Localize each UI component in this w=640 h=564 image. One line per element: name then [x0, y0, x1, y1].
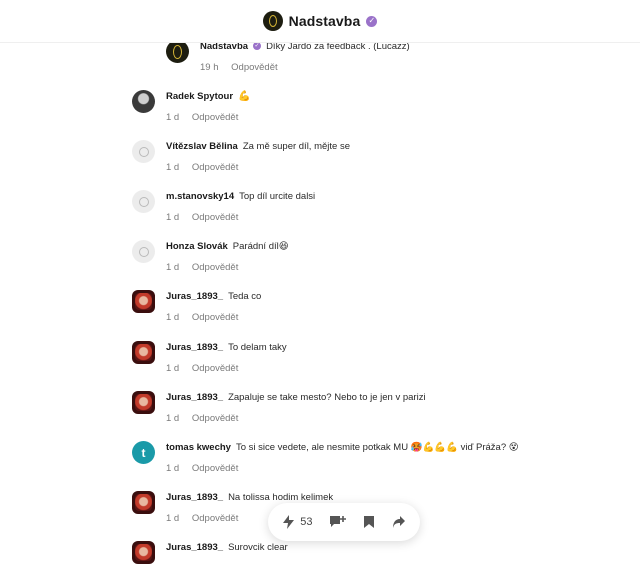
avatar[interactable]	[132, 140, 155, 163]
comment-text: Surovcik clear	[228, 542, 288, 553]
reply-button[interactable]: Odpovědět	[192, 363, 238, 374]
comment-text: Parádní díl😆	[232, 241, 289, 252]
comment-text: Za mě super díl, mějte se	[242, 141, 350, 152]
add-comment-button[interactable]	[329, 515, 347, 529]
reply-button[interactable]: Odpovědět	[192, 413, 238, 424]
comment-author[interactable]: m.stanovsky14	[166, 191, 234, 202]
verified-badge-icon: ✓	[253, 42, 262, 51]
comment-time: 1 d	[166, 413, 180, 424]
comment-text: Top díl urcite dalsi	[239, 191, 316, 202]
reply-button[interactable]: Odpovědět	[192, 312, 238, 323]
comment-text: Teda co	[228, 291, 262, 302]
comment-text: Na tolissa hodim kelimek	[228, 492, 334, 503]
comment-author[interactable]: tomas kwechy	[166, 442, 231, 453]
reply-button[interactable]: Odpovědět	[192, 463, 238, 474]
comment-author[interactable]: Juras_1893_	[166, 392, 223, 403]
reply-button[interactable]: Odpovědět	[192, 112, 238, 123]
reply-button[interactable]: Odpovědět	[192, 212, 238, 223]
comment-time: 19 h	[200, 62, 219, 73]
avatar[interactable]	[132, 341, 155, 364]
reply-button[interactable]: Odpovědět	[231, 62, 277, 73]
bookmark-icon	[363, 515, 375, 529]
avatar[interactable]	[132, 90, 155, 113]
comment-author[interactable]: Juras_1893_	[166, 542, 223, 553]
verified-badge-icon: ✓	[366, 15, 378, 27]
like-count: 53	[300, 516, 313, 528]
avatar[interactable]	[166, 40, 189, 63]
comment-time: 1 d	[166, 212, 180, 223]
avatar[interactable]	[132, 391, 155, 414]
share-icon	[392, 515, 406, 529]
share-button[interactable]	[392, 515, 406, 529]
comment-author[interactable]: Juras_1893_	[166, 342, 223, 353]
comment-text: To delam taky	[228, 342, 287, 353]
bookmark-button[interactable]	[363, 515, 375, 529]
avatar[interactable]	[132, 240, 155, 263]
comment-time: 1 d	[166, 162, 180, 173]
comment-time: 1 d	[166, 513, 180, 524]
comment-time: 1 d	[166, 312, 180, 323]
channel-header[interactable]: Nadstavba ✓	[0, 0, 640, 43]
comment-text: To si sice vedete, ale nesmite potkak MU…	[235, 442, 519, 453]
reply-button[interactable]: Odpovědět	[192, 262, 238, 273]
comment-author[interactable]: Vítězslav Bělina	[166, 141, 238, 152]
post-action-bar: 53	[268, 503, 420, 541]
comment-time: 1 d	[166, 363, 180, 374]
channel-logo-icon	[262, 11, 283, 31]
like-button[interactable]: 53	[282, 515, 312, 529]
comment-time: 1 d	[166, 463, 180, 474]
avatar[interactable]	[132, 541, 155, 564]
avatar[interactable]: t	[132, 441, 155, 464]
comment-time: 1 d	[166, 262, 180, 273]
comment-author[interactable]: Honza Slovák	[166, 241, 228, 252]
lightning-like-icon	[282, 515, 295, 529]
avatar[interactable]	[132, 190, 155, 213]
reply-button[interactable]: Odpovědět	[192, 162, 238, 173]
channel-name: Nadstavba	[288, 13, 361, 29]
comment-author[interactable]: Juras_1893_	[166, 492, 223, 503]
comment-author[interactable]: Juras_1893_	[166, 291, 223, 302]
comment-author[interactable]: Radek Spytour	[166, 91, 233, 102]
comment-time: 1 d	[166, 112, 180, 123]
comment-text: 💪	[238, 91, 251, 102]
avatar[interactable]	[132, 290, 155, 313]
comment-text: Zapaluje se take mesto? Nebo to je jen v…	[228, 392, 426, 403]
comment-add-icon	[329, 515, 347, 529]
reply-button[interactable]: Odpovědět	[192, 513, 238, 524]
avatar[interactable]	[132, 491, 155, 514]
